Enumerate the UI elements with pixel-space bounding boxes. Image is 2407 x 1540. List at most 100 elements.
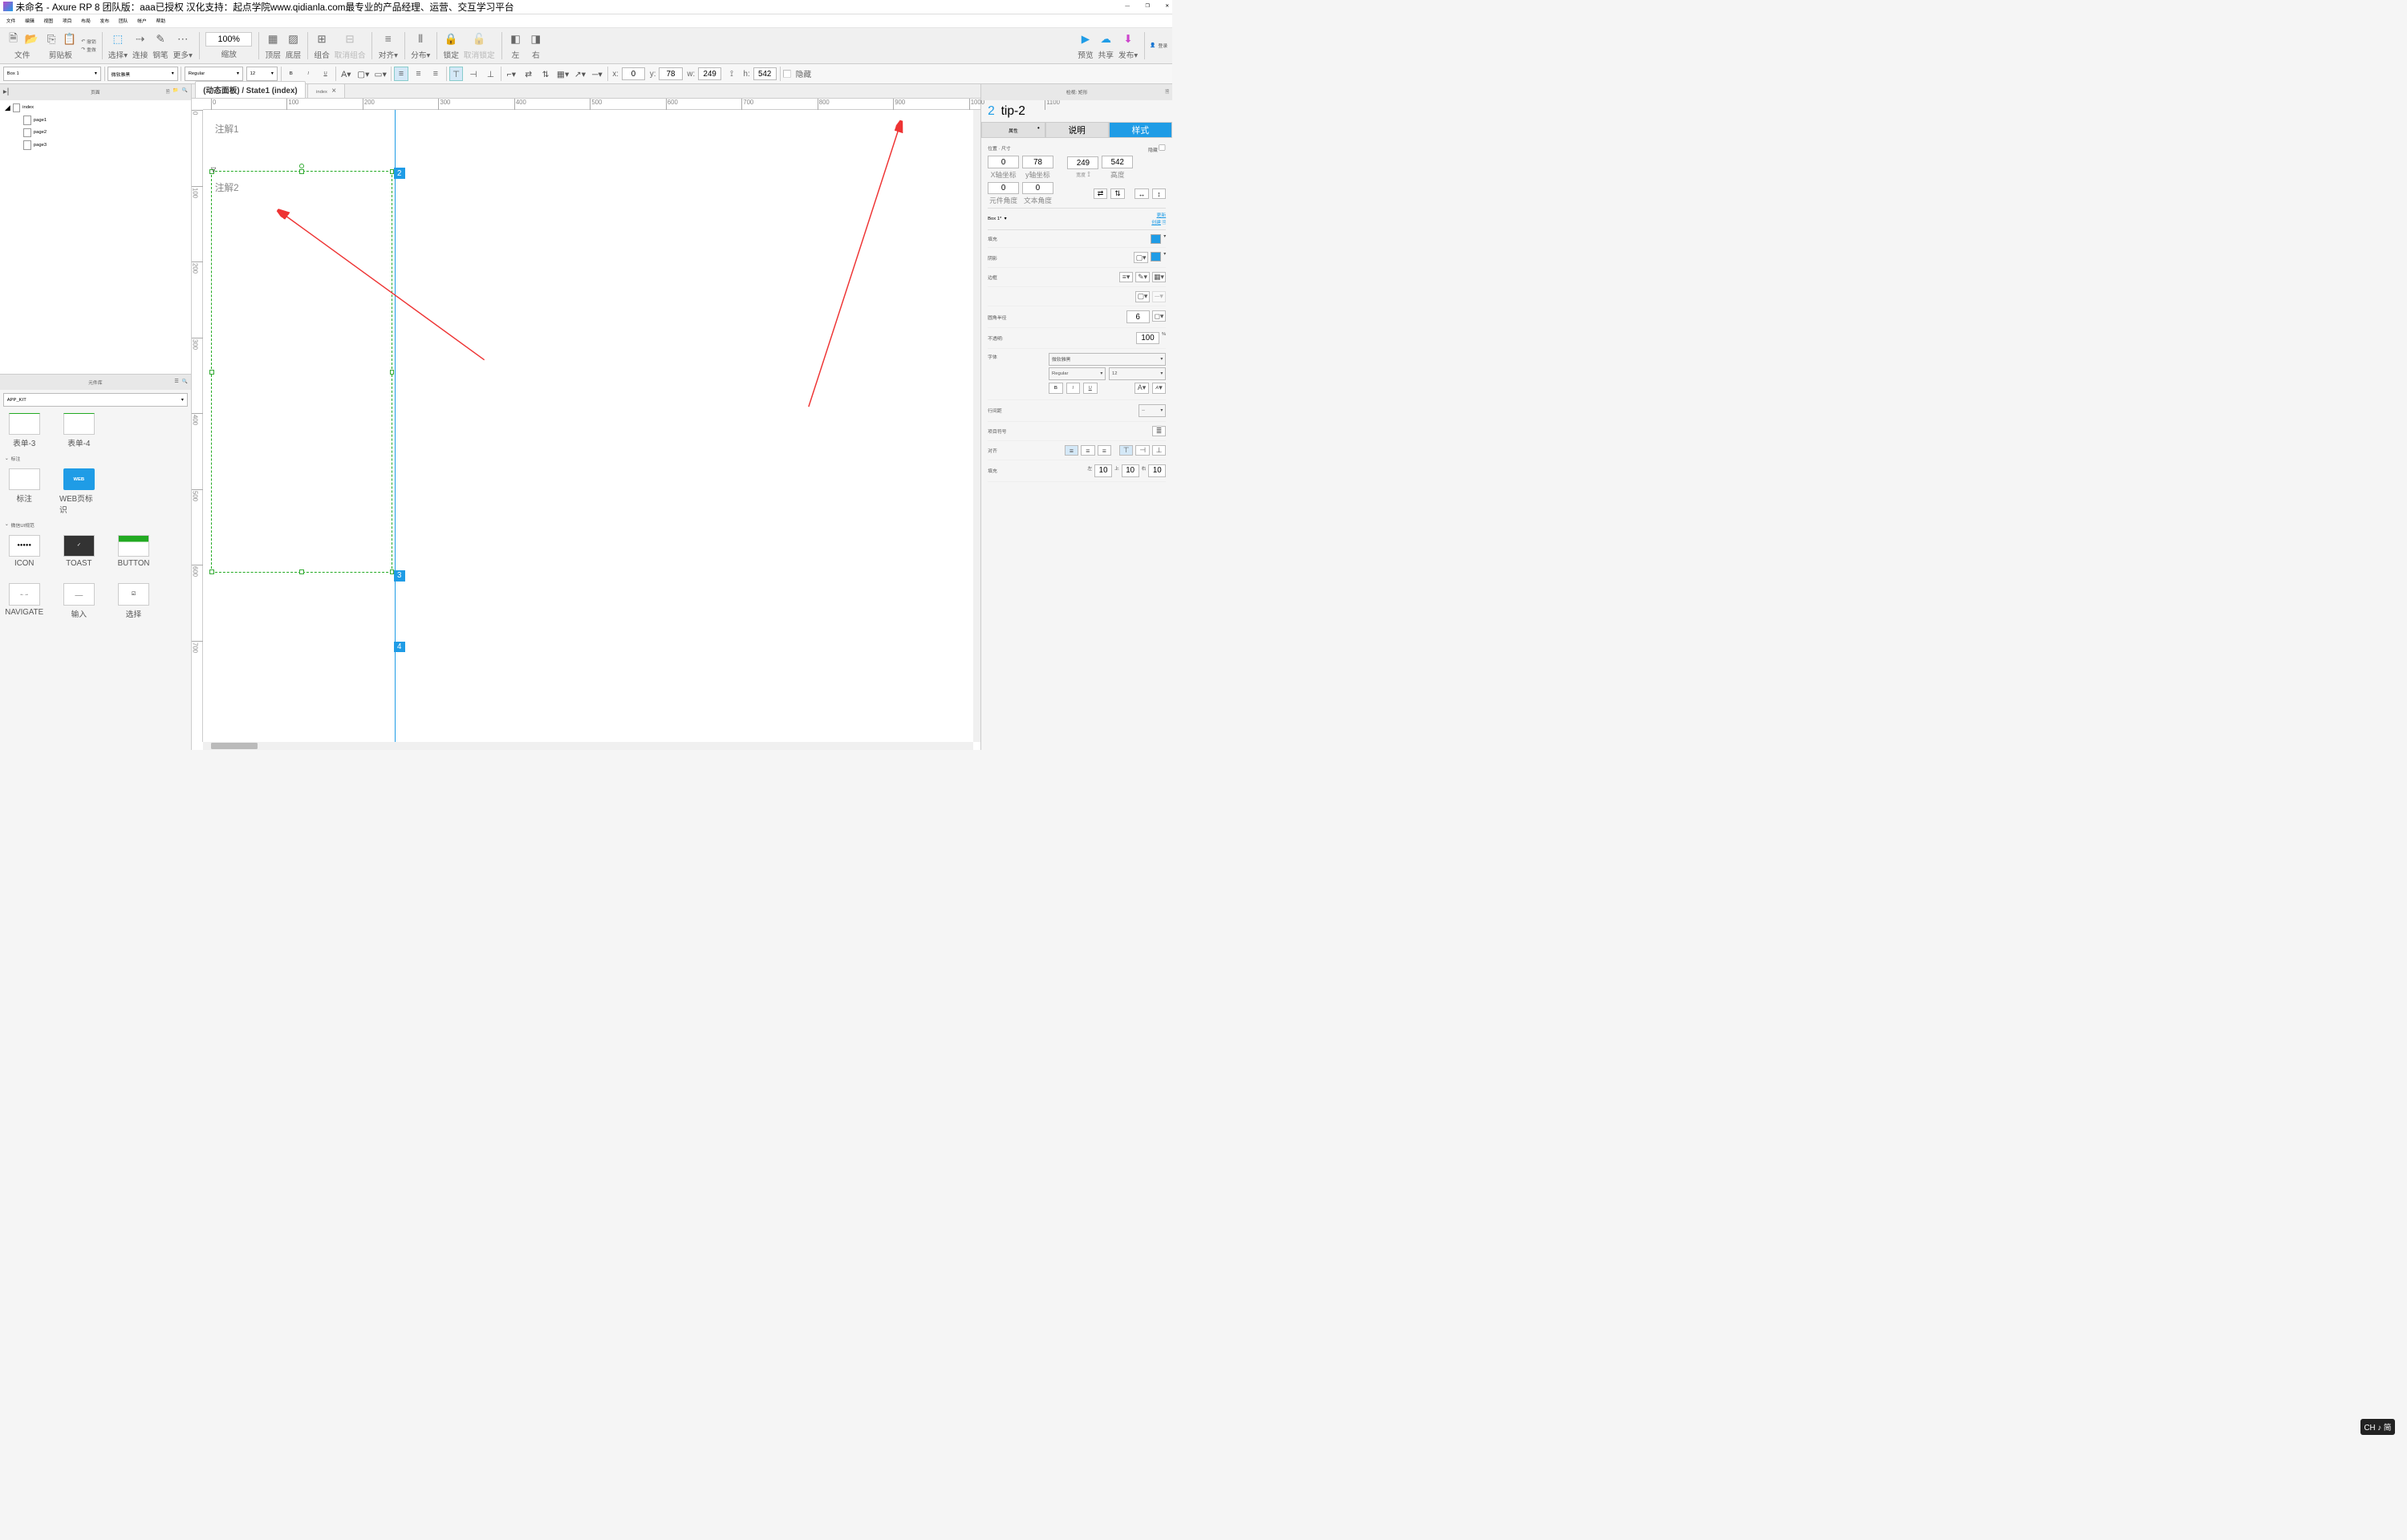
inspector-new-icon[interactable]: 🗎 <box>1165 88 1169 96</box>
widget-item[interactable]: ●●●●●ICON <box>5 535 44 568</box>
align-right-button[interactable]: ≡ <box>428 67 443 81</box>
text-valign-top[interactable]: ⊤ <box>1119 445 1134 456</box>
inspector-text-rotation-input[interactable] <box>1022 182 1053 195</box>
share-icon[interactable]: ☁ <box>1098 31 1114 47</box>
font-select[interactable]: 微软雅黑▾ <box>108 67 178 81</box>
fill-color-button[interactable]: ▢▾ <box>356 67 371 81</box>
connect-tool-icon[interactable]: ⇢ <box>132 31 148 47</box>
search-page-icon[interactable]: 🔍 <box>181 88 187 96</box>
collapse-left-icon[interactable]: ▸| <box>3 87 9 96</box>
guide-line[interactable] <box>395 110 396 750</box>
inspector-font-color-button[interactable]: A▾ <box>1134 383 1149 394</box>
inspector-size-select[interactable]: 12▾ <box>1109 367 1166 380</box>
inspector-underline-button[interactable]: U <box>1083 383 1098 394</box>
widget-item[interactable]: ___输入 <box>59 583 99 618</box>
opacity-input[interactable] <box>1136 332 1159 345</box>
canvas-tab[interactable]: index × <box>307 83 345 98</box>
corners-button[interactable]: ⌐▾ <box>505 67 519 81</box>
canvas-scrollbar-horizontal[interactable] <box>203 742 972 750</box>
widget-item[interactable]: BUTTON <box>114 535 153 568</box>
shadow-color-swatch[interactable] <box>1151 252 1162 261</box>
inspector-bold-button[interactable]: B <box>1049 383 1063 394</box>
border-style-button[interactable]: ▦▾ <box>556 67 570 81</box>
corner-select-button[interactable]: ◻▾ <box>1152 310 1167 322</box>
zoom-input[interactable] <box>205 32 252 47</box>
widget-item[interactable]: ✓TOAST <box>59 535 99 568</box>
page-tree-item[interactable]: page1 <box>0 114 191 127</box>
text-valign-middle[interactable]: ⊣ <box>1135 445 1150 456</box>
canvas-body[interactable]: 注解1 注解2 ▽ 2 3 4 <box>203 110 980 750</box>
text-align-center[interactable]: ≡ <box>1081 445 1095 456</box>
pad-left-input[interactable] <box>1094 464 1112 477</box>
page-tree-root[interactable]: ◢ index <box>0 102 191 115</box>
undo-button[interactable]: ↶ 撤销 <box>81 38 96 45</box>
widget-item[interactable]: 标注 <box>5 468 44 515</box>
fit-h-icon[interactable]: ↕ <box>1152 188 1167 200</box>
note-badge[interactable]: 3 <box>394 570 405 582</box>
distribute-icon[interactable]: ⫴ <box>413 31 428 47</box>
align-left-button[interactable]: ≡ <box>394 67 408 81</box>
border-visibility-button[interactable]: ▢▾ <box>1135 291 1150 302</box>
font-weight-select[interactable]: Regular▾ <box>185 67 243 81</box>
flip-v-icon[interactable]: ⇅ <box>1110 188 1125 200</box>
menu-view[interactable]: 视图 <box>41 15 56 26</box>
element-name-input[interactable] <box>1001 104 1167 119</box>
library-search-icon[interactable]: 🔍 <box>181 379 187 384</box>
menu-team[interactable]: 团队 <box>116 15 131 26</box>
y-input[interactable] <box>659 67 682 80</box>
widget-item[interactable]: 表单-4 <box>59 413 99 448</box>
widget-item[interactable]: ←→NAVIGATE <box>5 583 44 618</box>
widget-item[interactable]: 表单-3 <box>5 413 44 448</box>
inspector-font-select[interactable]: 微软雅黑▾ <box>1049 353 1166 366</box>
window-maximize-button[interactable]: ❐ <box>1146 4 1150 9</box>
border-width-button[interactable]: ≡▾ <box>1119 272 1134 283</box>
window-minimize-button[interactable]: — <box>1125 4 1130 9</box>
widget-item[interactable]: WEBWEB页标识 <box>59 468 99 515</box>
canvas-tab-active[interactable]: (动态面板) / State1 (index) <box>195 81 306 98</box>
arrow-button[interactable]: ↗▾ <box>573 67 587 81</box>
bold-button[interactable]: B <box>284 67 298 81</box>
tab-properties[interactable]: 属性• <box>981 122 1045 137</box>
widget-item[interactable]: ☑选择 <box>114 583 153 618</box>
bullet-button[interactable]: ≣ <box>1152 426 1167 437</box>
group-icon[interactable]: ⊞ <box>314 31 329 47</box>
inspector-moretype-button[interactable]: A▾ <box>1152 383 1167 394</box>
x-input[interactable] <box>622 67 645 80</box>
create-style-link[interactable]: 创建 <box>1151 221 1161 225</box>
line-style-button[interactable]: ─▾ <box>591 67 605 81</box>
text-align-left[interactable]: ≡ <box>1065 445 1079 456</box>
style-select[interactable]: Box 1▾ <box>3 67 101 81</box>
w-input[interactable] <box>698 67 721 80</box>
menu-publish[interactable]: 发布 <box>97 15 112 26</box>
align-icon[interactable]: ≡ <box>380 31 396 47</box>
page-tree-item[interactable]: page2 <box>0 127 191 140</box>
menu-edit[interactable]: 编辑 <box>22 15 37 26</box>
flip-h-icon[interactable]: ⇄ <box>1094 188 1108 200</box>
italic-button[interactable]: I <box>301 67 315 81</box>
more-tool-icon[interactable]: ⋯ <box>175 31 190 47</box>
library-section-header[interactable]: ⌄微信UI规范 <box>0 518 191 532</box>
align-center-button[interactable]: ≡ <box>412 67 426 81</box>
inspector-italic-button[interactable]: I <box>1066 383 1081 394</box>
paste-icon[interactable]: 📋 <box>62 31 77 47</box>
tab-notes[interactable]: 说明 <box>1045 122 1109 137</box>
publish-icon[interactable]: ⬇ <box>1120 31 1135 47</box>
canvas-scrollbar-vertical[interactable] <box>973 110 981 742</box>
dock-left-icon[interactable]: ◧ <box>508 31 523 47</box>
note-badge[interactable]: 2 <box>394 168 405 179</box>
menu-layout[interactable]: 布局 <box>78 15 93 26</box>
note-badge[interactable]: 4 <box>394 642 405 653</box>
pen-tool-icon[interactable]: ✎ <box>152 31 168 47</box>
ungroup-icon[interactable]: ⊟ <box>342 31 357 47</box>
add-folder-icon[interactable]: 📁 <box>173 88 178 96</box>
open-file-icon[interactable]: 📂 <box>23 31 39 47</box>
text-align-right[interactable]: ≡ <box>1098 445 1112 456</box>
fit-w-icon[interactable]: ↔ <box>1134 188 1149 200</box>
outer-shadow-button[interactable]: ▢▾ <box>1134 252 1148 263</box>
underline-button[interactable]: U <box>319 67 333 81</box>
select-tool-icon[interactable]: ⬚ <box>110 31 125 47</box>
font-color-button[interactable]: A▾ <box>339 67 354 81</box>
font-size-select[interactable]: 12▾ <box>246 67 278 81</box>
select-tool-label[interactable]: 选择▾ <box>108 49 128 60</box>
inspector-x-input[interactable] <box>988 156 1019 168</box>
